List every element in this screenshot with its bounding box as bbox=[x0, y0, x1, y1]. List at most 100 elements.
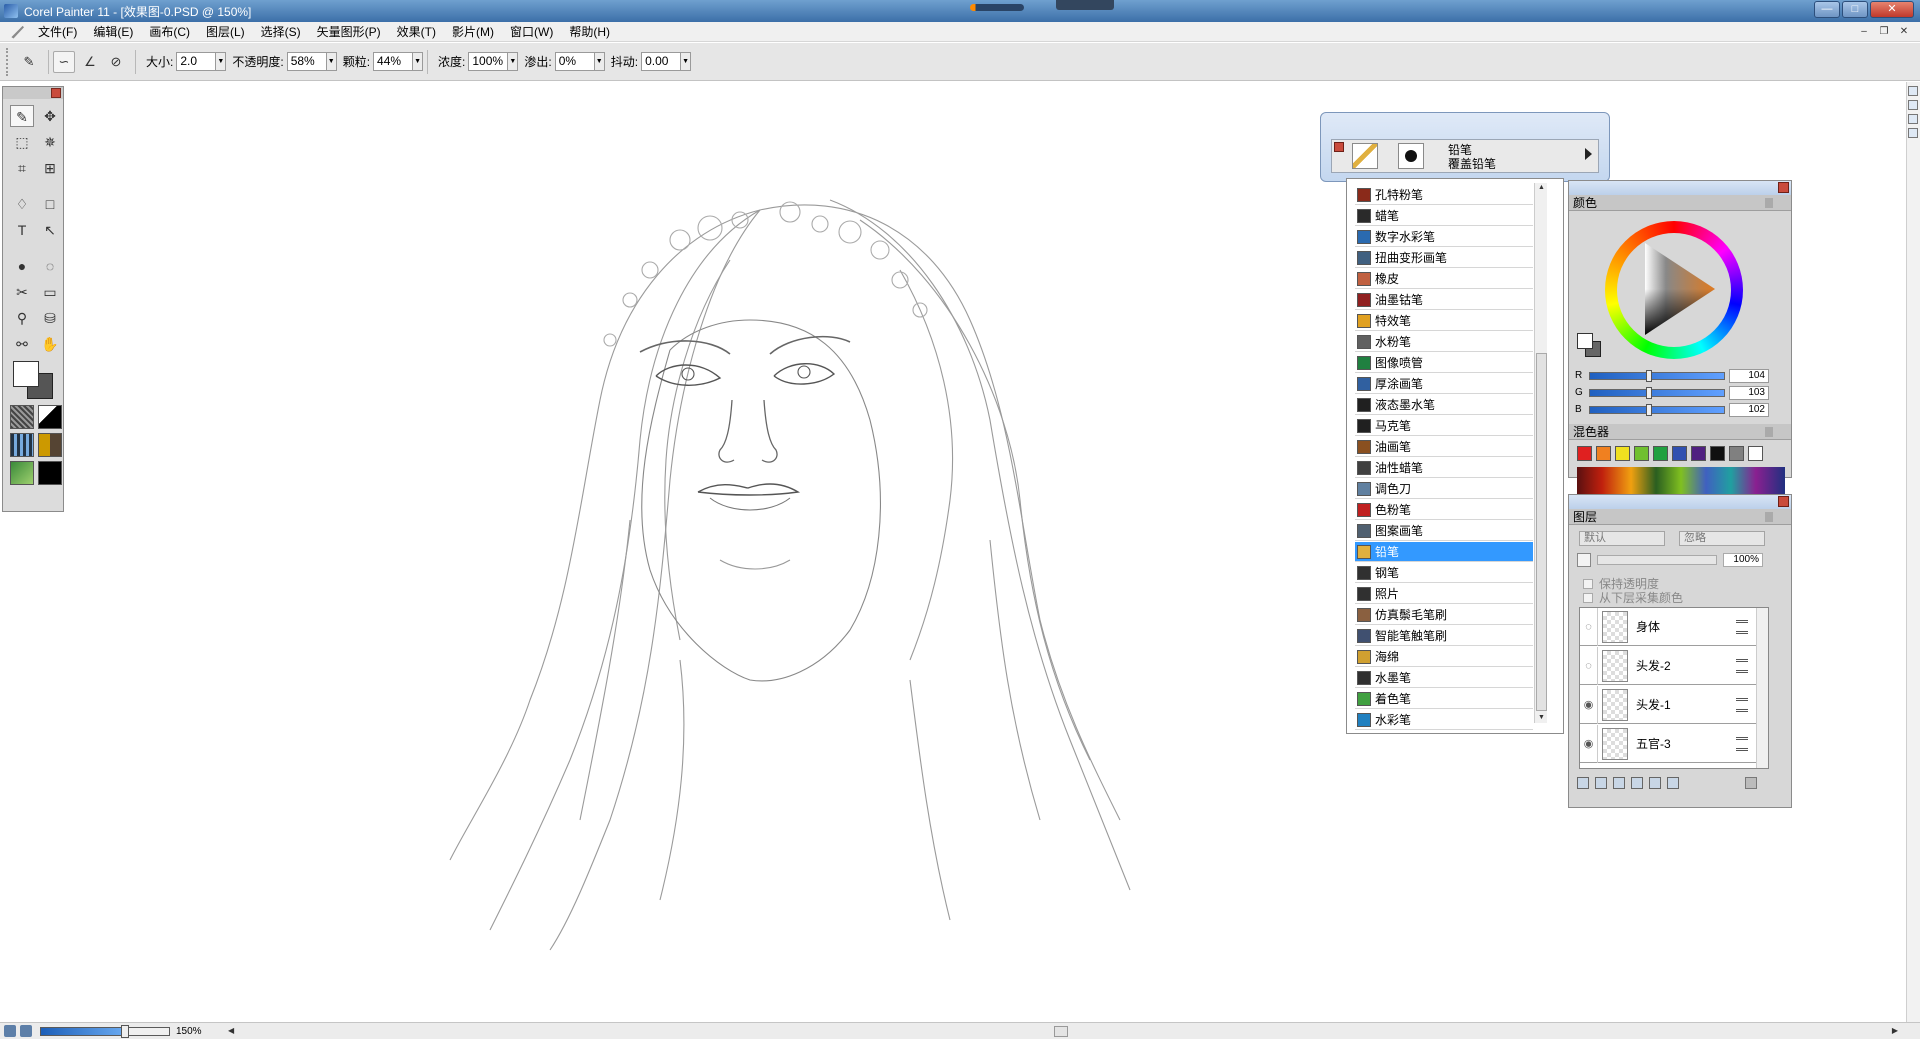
jitter-dropdown-icon[interactable]: ▼ bbox=[681, 52, 692, 71]
scroll-up-icon[interactable]: ▲ bbox=[1536, 183, 1547, 193]
blue-value[interactable]: 102 bbox=[1729, 402, 1769, 417]
hue-ring[interactable] bbox=[1605, 221, 1743, 359]
mixer-pad[interactable] bbox=[1577, 467, 1785, 497]
brush-category-item[interactable]: 水粉笔 bbox=[1355, 332, 1533, 352]
jitter-field[interactable]: 0.00 ▼ bbox=[641, 52, 692, 71]
eye-open-icon[interactable]: ◉ bbox=[1580, 685, 1598, 724]
mixer-color-swatch[interactable] bbox=[1596, 446, 1611, 461]
mixer-options-icon[interactable] bbox=[1765, 427, 1787, 437]
menu-movie[interactable]: 影片(M) bbox=[444, 22, 502, 42]
menu-canvas[interactable]: 画布(C) bbox=[141, 22, 198, 42]
mixer-color-swatch[interactable] bbox=[1634, 446, 1649, 461]
brush-category-item[interactable]: 特效笔 bbox=[1355, 311, 1533, 331]
scroll-left-icon[interactable]: ◀ bbox=[228, 1026, 234, 1035]
size-field[interactable]: 2.0 ▼ bbox=[176, 52, 227, 71]
magnifier-icon[interactable]: ⚯ bbox=[10, 333, 34, 355]
look-selector-icon[interactable] bbox=[38, 461, 62, 485]
grain-field[interactable]: 44% ▼ bbox=[373, 52, 424, 71]
brush-tool-icon[interactable]: ✎ bbox=[18, 51, 40, 73]
brush-category-item[interactable]: 水墨笔 bbox=[1355, 668, 1533, 688]
minimize-button[interactable]: — bbox=[1814, 1, 1840, 18]
dynamic-plugins-icon[interactable] bbox=[1595, 777, 1607, 789]
brush-list-scroll-thumb[interactable] bbox=[1536, 353, 1547, 711]
size-input[interactable]: 2.0 bbox=[176, 52, 217, 71]
toolbar-grip[interactable] bbox=[6, 47, 10, 76]
layer-opacity-slider[interactable] bbox=[1597, 555, 1717, 565]
app-icon[interactable] bbox=[4, 4, 18, 18]
lasso-icon[interactable]: ◌ bbox=[38, 255, 62, 277]
brush-category-item[interactable]: 铅笔 bbox=[1355, 542, 1533, 562]
rect-select-icon[interactable]: ⬚ bbox=[10, 131, 34, 153]
mixer-color-swatch[interactable] bbox=[1577, 446, 1592, 461]
mixer-color-swatch[interactable] bbox=[1691, 446, 1706, 461]
mixer-color-swatch[interactable] bbox=[1615, 446, 1630, 461]
brush-category-item[interactable]: 油墨钴笔 bbox=[1355, 290, 1533, 310]
brush-list-scrollbar[interactable]: ▲ ▼ bbox=[1534, 183, 1547, 723]
mixer-color-swatch[interactable] bbox=[1748, 446, 1763, 461]
zoom-icon[interactable] bbox=[20, 1025, 32, 1037]
brush-selector-close-icon[interactable] bbox=[1334, 142, 1344, 152]
eye-closed-icon[interactable]: ◌ bbox=[1580, 608, 1598, 646]
rectangle-shape-icon[interactable]: □ bbox=[38, 193, 62, 215]
mixer-panel-header[interactable]: 混色器 bbox=[1569, 424, 1791, 440]
blue-slider[interactable] bbox=[1589, 403, 1725, 416]
eye-open-icon[interactable]: ◉ bbox=[1580, 724, 1598, 763]
layers-options-icon[interactable] bbox=[1765, 512, 1787, 522]
doc-close-icon[interactable]: ✕ bbox=[1896, 25, 1912, 39]
layers-panel-header[interactable]: 图层 bbox=[1569, 509, 1791, 525]
gradient-selector-icon[interactable] bbox=[38, 405, 62, 429]
magic-wand-icon[interactable]: ✵ bbox=[38, 131, 62, 153]
mixer-color-swatch[interactable] bbox=[1710, 446, 1725, 461]
menu-help[interactable]: 帮助(H) bbox=[561, 22, 618, 42]
brush-category-item[interactable]: 水彩笔 bbox=[1355, 710, 1533, 730]
brush-category-item[interactable]: 蜡笔 bbox=[1355, 206, 1533, 226]
navigator-icon[interactable] bbox=[4, 1025, 16, 1037]
brush-category-item[interactable]: 调色刀 bbox=[1355, 479, 1533, 499]
create-layer-mask-icon[interactable] bbox=[1667, 777, 1679, 789]
pattern-selector-icon[interactable] bbox=[10, 433, 34, 457]
title-dock-widget[interactable] bbox=[1056, 0, 1114, 10]
brush-category-item[interactable]: 智能笔触笔刷 bbox=[1355, 626, 1533, 646]
delete-layer-icon[interactable] bbox=[1745, 777, 1757, 789]
jitter-input[interactable]: 0.00 bbox=[641, 52, 682, 71]
layer-row[interactable]: ◌ 头发-2 bbox=[1580, 646, 1756, 685]
mixer-color-swatch[interactable] bbox=[1653, 446, 1668, 461]
menu-shapes[interactable]: 矢量图形(P) bbox=[309, 22, 389, 42]
size-dropdown-icon[interactable]: ▼ bbox=[216, 52, 227, 71]
transform-icon[interactable]: ⊞ bbox=[38, 157, 62, 179]
menu-edit[interactable]: 编辑(E) bbox=[85, 22, 141, 42]
layer-adjuster-icon[interactable]: ✥ bbox=[38, 105, 62, 127]
menu-select[interactable]: 选择(S) bbox=[253, 22, 309, 42]
dock-icon-4[interactable] bbox=[1908, 128, 1918, 138]
brush-variant-icon[interactable] bbox=[1398, 143, 1424, 169]
color-panel-header[interactable]: 颜色 bbox=[1569, 195, 1791, 211]
density-field[interactable]: 100% ▼ bbox=[468, 52, 519, 71]
horizontal-scrollbar[interactable]: ◀ ▶ bbox=[228, 1026, 1898, 1037]
main-color-chip[interactable] bbox=[13, 361, 39, 387]
straight-line-stroke-icon[interactable]: ∠ bbox=[79, 51, 101, 73]
dock-icon-2[interactable] bbox=[1908, 100, 1918, 110]
brush-category-item[interactable]: 孔特粉笔 bbox=[1355, 185, 1533, 205]
new-layer-icon[interactable] bbox=[1613, 777, 1625, 789]
paint-bucket-icon[interactable]: ⛁ bbox=[38, 307, 62, 329]
brush-category-item[interactable]: 数字水彩笔 bbox=[1355, 227, 1533, 247]
zoom-slider[interactable] bbox=[40, 1024, 170, 1038]
scroll-down-icon[interactable]: ▼ bbox=[1536, 713, 1547, 723]
paper-selector-icon[interactable] bbox=[10, 405, 34, 429]
lock-layer-icon[interactable] bbox=[1577, 553, 1591, 567]
brush-category-item[interactable]: 厚涂画笔 bbox=[1355, 374, 1533, 394]
menu-file[interactable]: 文件(F) bbox=[30, 22, 85, 42]
document-menu-icon[interactable] bbox=[11, 25, 24, 39]
doc-minimize-icon[interactable]: – bbox=[1856, 25, 1872, 39]
panel-options-icon[interactable] bbox=[1765, 198, 1787, 208]
new-watercolor-layer-icon[interactable] bbox=[1631, 777, 1643, 789]
eraser-icon[interactable]: ▭ bbox=[38, 281, 62, 303]
color-palette-close-icon[interactable] bbox=[1778, 182, 1789, 193]
new-ink-layer-icon[interactable] bbox=[1649, 777, 1661, 789]
weave-selector-icon[interactable] bbox=[38, 433, 62, 457]
brush-category-item[interactable]: 液态墨水笔 bbox=[1355, 395, 1533, 415]
menu-effects[interactable]: 效果(T) bbox=[389, 22, 444, 42]
shape-selection-icon[interactable]: ↖ bbox=[38, 219, 62, 241]
brush-category-item[interactable]: 油画笔 bbox=[1355, 437, 1533, 457]
brush-category-item[interactable]: 油性蜡笔 bbox=[1355, 458, 1533, 478]
